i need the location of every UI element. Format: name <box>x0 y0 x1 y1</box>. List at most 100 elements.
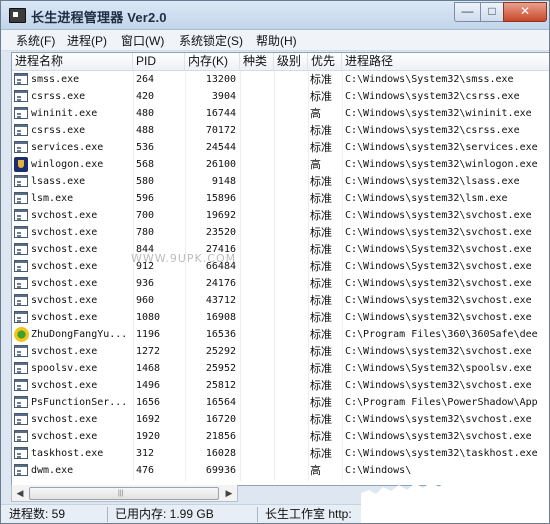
table-row[interactable]: lsass.exe 580 9148 标准 C:\Windows\system32\ls… <box>12 173 549 190</box>
process-priority: 标准 <box>310 73 332 86</box>
process-name: svchost.exe <box>31 261 98 272</box>
process-priority: 标准 <box>310 294 332 307</box>
menu-help[interactable]: 帮助(H) <box>256 32 297 49</box>
menu-system[interactable]: 系统(F) <box>16 32 55 49</box>
table-row[interactable]: svchost.exe 844 27416 标准 C:\Windows\System32… <box>12 241 549 258</box>
process-path: C:\Windows\system32\svchost.exe <box>345 380 532 391</box>
scroll-left-arrow-icon[interactable]: ◀ <box>12 485 28 501</box>
process-pid: 1272 <box>136 346 161 357</box>
column-header-pid[interactable]: PID <box>133 53 185 70</box>
window-icon <box>14 141 28 153</box>
process-path: C:\Windows\System32\smss.exe <box>345 74 514 85</box>
process-pid: 1468 <box>136 363 161 374</box>
window-icon <box>14 396 28 408</box>
window-icon <box>14 345 28 357</box>
menu-system-lock[interactable]: 系统锁定(S) <box>179 32 243 49</box>
process-path: C:\Windows\system32\wininit.exe <box>345 108 532 119</box>
process-memory: 3904 <box>211 91 236 102</box>
status-divider <box>107 507 108 522</box>
table-row[interactable]: winlogon.exe 568 26100 高 C:\Windows\system32… <box>12 156 549 173</box>
table-row[interactable]: svchost.exe 1920 21856 标准 C:\Windows\system3… <box>12 428 549 445</box>
process-name: services.exe <box>31 142 104 153</box>
table-row[interactable]: svchost.exe 700 19692 标准 C:\Windows\system32… <box>12 207 549 224</box>
close-button[interactable]: ✕ <box>503 2 547 22</box>
process-memory: 19692 <box>205 210 236 221</box>
process-memory: 24544 <box>205 142 236 153</box>
horizontal-scrollbar[interactable]: ◀ ||| ▶ <box>11 485 238 502</box>
process-path: C:\Program Files\360\360Safe\dee <box>345 329 538 340</box>
menu-window[interactable]: 窗口(W) <box>121 32 164 49</box>
process-pid: 960 <box>136 295 155 306</box>
table-row[interactable]: svchost.exe 1692 16720 标准 C:\Windows\system3… <box>12 411 549 428</box>
window-icon <box>14 107 28 119</box>
table-row[interactable]: smss.exe 264 13200 标准 C:\Windows\System32\sm… <box>12 71 549 88</box>
process-list[interactable]: 进程名称 PID 内存(K) 种类 级别 优先 进程路径 smss.exe 264… <box>11 52 549 486</box>
table-row[interactable]: svchost.exe 936 24176 标准 C:\Windows\system32… <box>12 275 549 292</box>
process-path: C:\Windows\system32\svchost.exe <box>345 431 532 442</box>
process-path: C:\Windows\System32\svchost.exe <box>345 261 532 272</box>
table-row[interactable]: PsFunctionSer... 1656 16564 标准 C:\Program Fi… <box>12 394 549 411</box>
column-header-memory[interactable]: 内存(K) <box>185 53 240 70</box>
process-path: C:\Windows\system32\winlogon.exe <box>345 159 538 170</box>
scroll-right-arrow-icon[interactable]: ▶ <box>221 485 237 501</box>
watermark-text: WWW.9UPK.COM <box>131 252 237 265</box>
table-row[interactable]: svchost.exe 960 43712 标准 C:\Windows\system32… <box>12 292 549 309</box>
process-memory: 23520 <box>205 227 236 238</box>
table-row[interactable]: ZhuDongFangYu... 1196 16536 标准 C:\Program Fi… <box>12 326 549 343</box>
process-path: C:\Windows\system32\taskhost.exe <box>345 448 538 459</box>
column-header-priority[interactable]: 优先 <box>308 53 342 70</box>
process-pid: 488 <box>136 125 155 136</box>
window-title: 长生进程管理器 Ver2.0 <box>31 10 167 25</box>
process-pid: 780 <box>136 227 155 238</box>
process-memory: 25812 <box>205 380 236 391</box>
table-row[interactable]: svchost.exe 1080 16908 标准 C:\Windows\system3… <box>12 309 549 326</box>
window-icon <box>14 260 28 272</box>
process-path: C:\Windows\system32\lsm.exe <box>345 193 508 204</box>
table-row[interactable]: svchost.exe 1496 25812 标准 C:\Windows\system3… <box>12 377 549 394</box>
process-memory: 24176 <box>205 278 236 289</box>
process-pid: 476 <box>136 465 155 476</box>
process-name: winlogon.exe <box>31 159 104 170</box>
process-name: svchost.exe <box>31 431 98 442</box>
table-row[interactable]: spoolsv.exe 1468 25952 标准 C:\Windows\System3… <box>12 360 549 377</box>
process-priority: 高 <box>310 158 321 171</box>
scroll-thumb[interactable]: ||| <box>29 487 219 500</box>
process-priority: 标准 <box>310 430 332 443</box>
table-row[interactable]: csrss.exe 488 70172 标准 C:\Windows\system32\c… <box>12 122 549 139</box>
process-name: svchost.exe <box>31 244 98 255</box>
process-memory: 70172 <box>205 125 236 136</box>
table-row[interactable]: csrss.exe 420 3904 标准 C:\Windows\system32\cs… <box>12 88 549 105</box>
process-memory: 13200 <box>205 74 236 85</box>
process-memory: 26100 <box>205 159 236 170</box>
process-priority: 标准 <box>310 277 332 290</box>
window-icon <box>14 311 28 323</box>
table-row[interactable]: wininit.exe 480 16744 高 C:\Windows\system32\… <box>12 105 549 122</box>
process-path: C:\Windows\system32\csrss.exe <box>345 91 520 102</box>
process-pid: 568 <box>136 159 155 170</box>
title-bar[interactable]: 长生进程管理器 Ver2.0 — □ ✕ <box>1 1 549 30</box>
table-row[interactable]: svchost.exe 780 23520 标准 C:\Windows\system32… <box>12 224 549 241</box>
process-pid: 1920 <box>136 431 161 442</box>
window-icon <box>14 362 28 374</box>
table-row[interactable]: services.exe 536 24544 标准 C:\Windows\system3… <box>12 139 549 156</box>
column-header-name[interactable]: 进程名称 <box>12 53 133 70</box>
window-icon <box>14 464 28 476</box>
process-memory: 9148 <box>211 176 236 187</box>
process-pid: 596 <box>136 193 155 204</box>
maximize-button[interactable]: □ <box>480 2 503 22</box>
minimize-button[interactable]: — <box>454 2 480 22</box>
menu-process[interactable]: 进程(P) <box>67 32 107 49</box>
table-row[interactable]: svchost.exe 912 66484 标准 C:\Windows\System32… <box>12 258 549 275</box>
process-priority: 标准 <box>310 175 332 188</box>
column-header-level[interactable]: 级别 <box>274 53 308 70</box>
process-priority: 标准 <box>310 413 332 426</box>
process-pid: 1196 <box>136 329 161 340</box>
table-row[interactable]: svchost.exe 1272 25292 标准 C:\Windows\system3… <box>12 343 549 360</box>
window-icon <box>14 73 28 85</box>
column-header-path[interactable]: 进程路径 <box>342 53 549 70</box>
process-pid: 580 <box>136 176 155 187</box>
table-row[interactable]: taskhost.exe 312 16028 标准 C:\Windows\system3… <box>12 445 549 462</box>
table-row[interactable]: lsm.exe 596 15896 标准 C:\Windows\system32\lsm… <box>12 190 549 207</box>
column-header-type[interactable]: 种类 <box>240 53 274 70</box>
process-pid: 536 <box>136 142 155 153</box>
